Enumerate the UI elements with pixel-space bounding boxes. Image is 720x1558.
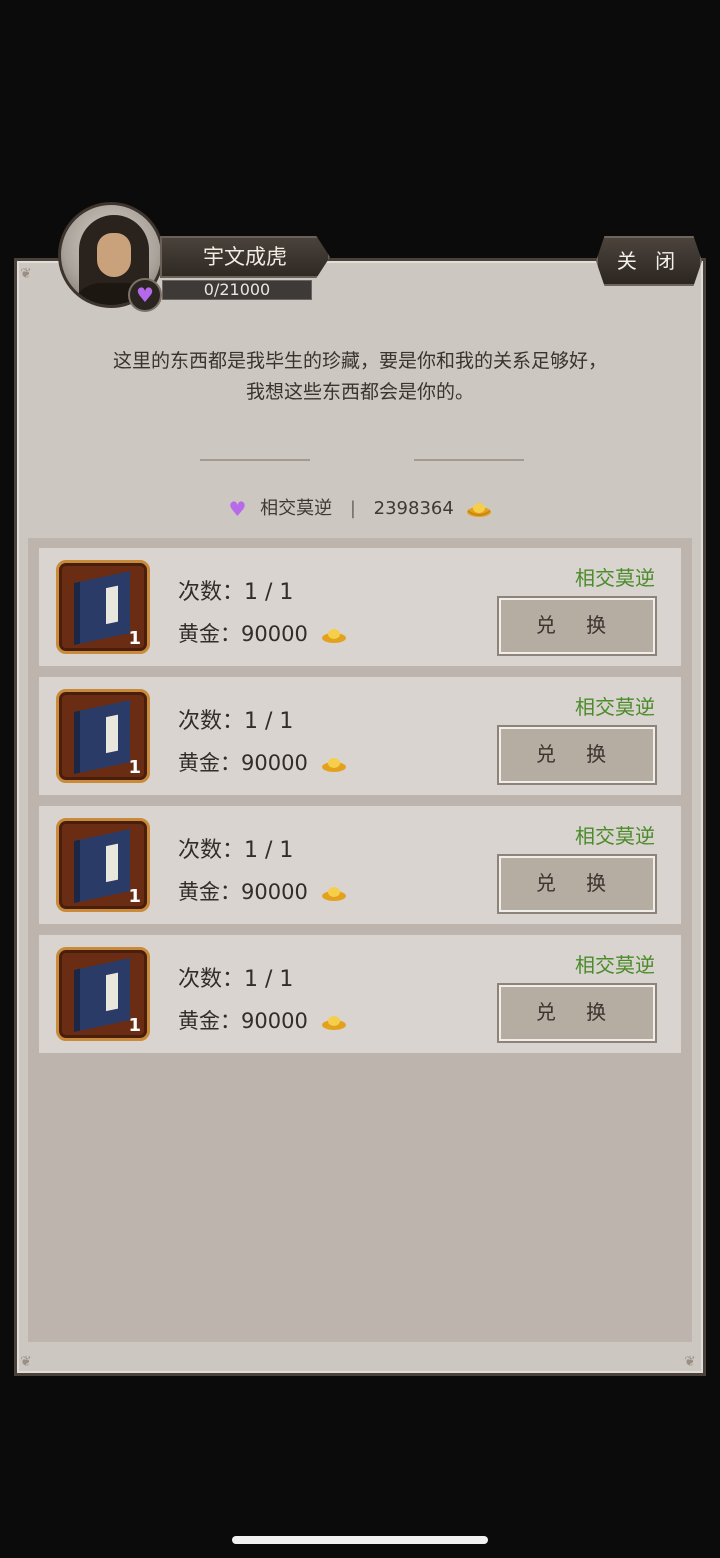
separator: | [349,498,356,519]
relation-requirement: 相交莫逆 [575,695,655,719]
relation-requirement: 相交莫逆 [575,566,655,590]
gold-ingot-icon [466,503,491,517]
gold-ingot-icon [321,887,346,901]
price-label: 黄金： [178,1009,241,1033]
price-value: 90000 [241,1009,308,1033]
item-quantity: 1 [128,1015,141,1036]
dialogue-line: 这里的东西都是我毕生的珍藏，要是你和我的关系足够好， [112,350,607,372]
npc-name: 宇文成虎 [160,236,330,278]
corner-ornament-icon: ❦ [20,1354,32,1370]
item-quantity: 1 [128,886,141,907]
gold-ingot-icon [321,1016,346,1030]
price-row: 黄金：90000 [178,747,347,777]
exchange-item: 1 次数：1 / 1 黄金：90000 相交莫逆 兑 换 [39,548,681,666]
price-row: 黄金：90000 [178,1005,347,1035]
divider [200,459,310,461]
exchange-button[interactable]: 兑 换 [499,598,655,654]
affinity-progress: 0/21000 [162,280,312,300]
divider [414,459,524,461]
heart-icon: ♥ [128,278,162,312]
book-icon [74,571,130,645]
price-value: 90000 [241,622,308,646]
price-value: 90000 [241,751,308,775]
gold-ingot-icon [321,758,346,772]
gold-amount: 2398364 [373,498,454,519]
exchange-count: 次数：1 / 1 [178,838,294,863]
price-row: 黄金：90000 [178,618,347,648]
exchange-item: 1 次数：1 / 1 黄金：90000 相交莫逆 兑 换 [39,677,681,795]
relation-requirement: 相交莫逆 [575,953,655,977]
item-quantity: 1 [128,757,141,778]
price-label: 黄金： [178,880,241,904]
price-label: 黄金： [178,622,241,646]
heart-icon: ♥ [228,497,247,521]
gold-ingot-icon [321,629,346,643]
relation-requirement: 相交莫逆 [575,824,655,848]
book-icon [74,958,130,1032]
item-icon[interactable]: 1 [56,689,150,783]
exchange-button[interactable]: 兑 换 [499,985,655,1041]
book-icon [74,700,130,774]
item-quantity: 1 [128,628,141,649]
book-icon [74,829,130,903]
item-icon[interactable]: 1 [56,560,150,654]
home-indicator[interactable] [232,1536,488,1544]
exchange-button[interactable]: 兑 换 [499,727,655,783]
exchange-item: 1 次数：1 / 1 黄金：90000 相交莫逆 兑 换 [39,935,681,1053]
exchange-item: 1 次数：1 / 1 黄金：90000 相交莫逆 兑 换 [39,806,681,924]
price-value: 90000 [241,880,308,904]
item-icon[interactable]: 1 [56,947,150,1041]
exchange-count: 次数：1 / 1 [178,580,294,605]
exchange-count: 次数：1 / 1 [178,709,294,734]
close-button[interactable]: 关 闭 [596,236,702,286]
price-row: 黄金：90000 [178,876,347,906]
npc-dialogue: 这里的东西都是我毕生的珍藏，要是你和我的关系足够好， 我想这些东西都会是你的。 [28,346,692,408]
item-icon[interactable]: 1 [56,818,150,912]
corner-ornament-icon: ❦ [684,1354,696,1370]
corner-ornament-icon: ❦ [20,266,32,282]
dialogue-line: 我想这些东西都会是你的。 [245,381,474,403]
relation-status-row: ♥ 相交莫逆 | 2398364 [0,494,720,524]
exchange-button[interactable]: 兑 换 [499,856,655,912]
relation-level: 相交莫逆 [260,498,333,519]
exchange-count: 次数：1 / 1 [178,967,294,992]
price-label: 黄金： [178,751,241,775]
